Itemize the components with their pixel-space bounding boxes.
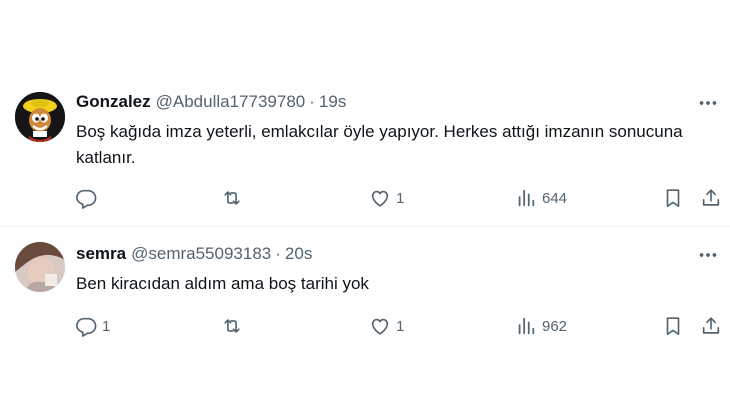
user-handle[interactable]: @semra55093183: [131, 244, 271, 264]
user-handle[interactable]: @Abdulla17739780: [156, 92, 306, 112]
bookmark-icon: [666, 317, 680, 336]
view-count: 644: [542, 189, 568, 207]
views-icon: [518, 317, 535, 335]
share-icon: [702, 189, 720, 206]
retweet-button[interactable]: [221, 186, 248, 210]
more-options-button[interactable]: [694, 244, 722, 266]
timestamp[interactable]: 19s: [319, 92, 346, 112]
views-button[interactable]: 644: [515, 186, 567, 210]
timestamp[interactable]: 20s: [285, 244, 312, 264]
reply-button[interactable]: [75, 186, 102, 210]
view-count: 962: [542, 317, 568, 335]
tweet-header: semra @semra55093183 · 20s: [76, 243, 312, 265]
more-icon: [699, 101, 717, 105]
more-options-button[interactable]: [694, 92, 722, 114]
bookmark-icon: [666, 189, 680, 208]
tweet-actions: 1 644: [0, 186, 730, 210]
display-name[interactable]: semra: [76, 244, 126, 264]
like-count: 1: [396, 189, 405, 207]
tweet-feed: Gonzalez @Abdulla17739780 · 19s Boş kağı…: [0, 0, 730, 420]
views-button[interactable]: 962: [515, 314, 567, 338]
tweet-text: Boş kağıda imza yeterli, emlakcılar öyle…: [76, 122, 683, 167]
display-name[interactable]: Gonzalez: [76, 92, 151, 112]
tweet[interactable]: Gonzalez @Abdulla17739780 · 19s Boş kağı…: [0, 78, 730, 226]
reply-button[interactable]: 1: [75, 314, 110, 338]
like-count: 1: [396, 317, 405, 335]
tweet-actions: 1 1 962: [0, 314, 730, 338]
tweet-header: Gonzalez @Abdulla17739780 · 19s: [76, 91, 346, 113]
like-icon: [371, 190, 389, 207]
retweet-button[interactable]: [221, 314, 248, 338]
reply-icon: [76, 317, 97, 337]
share-button[interactable]: [700, 186, 722, 210]
header-separator: ·: [309, 92, 315, 111]
bookmark-button[interactable]: [662, 314, 684, 338]
avatar[interactable]: [15, 242, 65, 292]
avatar[interactable]: [15, 92, 65, 142]
share-button[interactable]: [700, 314, 722, 338]
header-separator: ·: [275, 244, 281, 263]
like-button[interactable]: 1: [369, 186, 404, 210]
share-icon: [702, 317, 720, 334]
retweet-icon: [224, 319, 240, 333]
retweet-icon: [224, 191, 240, 205]
bookmark-button[interactable]: [662, 186, 684, 210]
cartoon-character-avatar-icon: [15, 92, 65, 142]
more-icon: [699, 253, 717, 257]
like-icon: [371, 318, 389, 335]
reply-icon: [76, 189, 97, 209]
like-button[interactable]: 1: [369, 314, 404, 338]
profile-photo-avatar-icon: [15, 242, 65, 292]
reply-count: 1: [102, 317, 111, 335]
tweet-text: Ben kiracıdan aldım ama boş tarihi yok: [76, 274, 369, 293]
tweet[interactable]: semra @semra55093183 · 20s Ben kiracıdan…: [0, 226, 730, 376]
views-icon: [518, 189, 535, 207]
